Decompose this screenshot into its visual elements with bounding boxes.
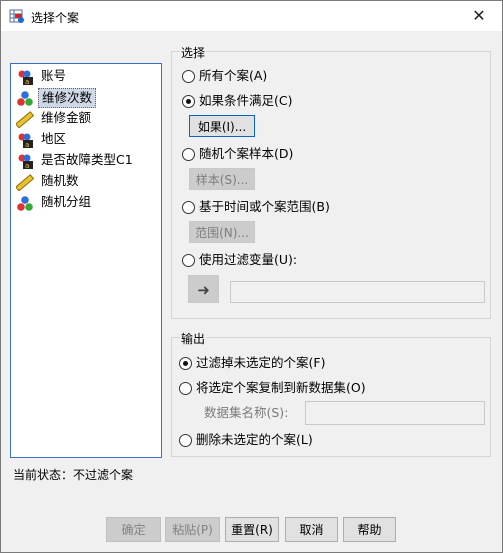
variable-label: 维修次数 bbox=[38, 88, 97, 108]
radio-label: 如果条件满足(C) bbox=[199, 93, 293, 108]
close-button[interactable]: ✕ bbox=[462, 3, 496, 29]
radio-label: 过滤掉未选定的个案(F) bbox=[196, 355, 326, 370]
variable-label: 地区 bbox=[41, 131, 67, 146]
variable-item[interactable]: a 是否故障类型C1 bbox=[14, 151, 159, 171]
select-cases-dialog: 选择个案 ✕ a 账号 维修次数 维修金额 a 地区 a 是否故障类型C1 随机… bbox=[0, 0, 503, 553]
window-title: 选择个案 bbox=[31, 11, 80, 25]
svg-text:a: a bbox=[25, 162, 29, 170]
filter-variable-field[interactable] bbox=[230, 281, 485, 303]
radio-label: 使用过滤变量(U): bbox=[199, 252, 298, 267]
variable-item[interactable]: a 账号 bbox=[14, 67, 159, 87]
if-button[interactable]: 如果(I)... bbox=[189, 115, 255, 137]
variable-label: 账号 bbox=[41, 68, 67, 83]
help-button[interactable]: 帮助 bbox=[343, 517, 396, 542]
current-status: 当前状态：不过滤个案 bbox=[13, 468, 134, 482]
radio-button-selected[interactable] bbox=[182, 95, 195, 108]
variable-label: 维修金额 bbox=[41, 110, 92, 125]
radio-filter-variable[interactable]: 使用过滤变量(U): bbox=[182, 251, 402, 269]
select-group-title: 选择 bbox=[180, 44, 207, 61]
radio-button[interactable] bbox=[179, 434, 192, 447]
variable-item[interactable]: a 地区 bbox=[14, 130, 159, 150]
nominal-person-icon: a bbox=[18, 154, 33, 170]
radio-button-selected[interactable] bbox=[179, 357, 192, 370]
nominal-person-icon: a bbox=[18, 70, 33, 86]
select-group: 选择 所有个案(A) 如果条件满足(C) 如果(I)... 随机个案样本(D) … bbox=[171, 44, 491, 319]
dataset-name-label: 数据集名称(S): bbox=[204, 405, 289, 420]
sample-button[interactable]: 样本(S)... bbox=[189, 168, 255, 190]
radio-filter-out[interactable]: 过滤掉未选定的个案(F) bbox=[179, 354, 399, 372]
svg-text:a: a bbox=[25, 78, 29, 86]
radio-button[interactable] bbox=[179, 382, 192, 395]
reset-button[interactable]: 重置(R) bbox=[225, 517, 279, 542]
radio-button[interactable] bbox=[182, 70, 195, 83]
radio-button[interactable] bbox=[182, 201, 195, 214]
move-arrow-button[interactable]: ➜ bbox=[188, 275, 219, 303]
variable-label: 是否故障类型C1 bbox=[41, 152, 133, 167]
radio-time-range[interactable]: 基于时间或个案范围(B) bbox=[182, 198, 402, 216]
svg-text:a: a bbox=[25, 141, 29, 149]
output-group: 输出 过滤掉未选定的个案(F) 将选定个案复制到新数据集(O) 数据集名称(S)… bbox=[171, 330, 491, 457]
variable-item-selected[interactable]: 维修次数 bbox=[14, 88, 159, 108]
radio-label: 基于时间或个案范围(B) bbox=[199, 199, 330, 214]
radio-label: 删除未选定的个案(L) bbox=[196, 432, 313, 447]
radio-delete-unselected[interactable]: 删除未选定的个案(L) bbox=[179, 431, 399, 449]
scale-ruler-icon bbox=[16, 111, 34, 128]
select-cases-icon bbox=[9, 9, 24, 23]
radio-all-cases[interactable]: 所有个案(A) bbox=[182, 67, 382, 85]
radio-label: 所有个案(A) bbox=[199, 68, 268, 83]
dataset-name-input[interactable] bbox=[305, 401, 485, 425]
ok-button[interactable]: 确定 bbox=[106, 517, 161, 542]
output-group-title: 输出 bbox=[180, 330, 207, 347]
variable-item[interactable]: 维修金额 bbox=[14, 109, 159, 129]
paste-button[interactable]: 粘贴(P) bbox=[165, 517, 220, 542]
radio-label: 将选定个案复制到新数据集(O) bbox=[196, 380, 366, 395]
variable-label: 随机分组 bbox=[41, 194, 92, 209]
nominal-person-icon: a bbox=[18, 133, 33, 149]
nominal-balls-icon bbox=[17, 196, 33, 211]
title-bar: 选择个案 ✕ bbox=[1, 1, 502, 31]
nominal-balls-icon bbox=[17, 91, 33, 106]
scale-ruler-icon bbox=[16, 174, 34, 191]
variable-label: 随机数 bbox=[41, 173, 79, 188]
radio-label: 随机个案样本(D) bbox=[199, 146, 294, 161]
radio-if-condition[interactable]: 如果条件满足(C) bbox=[182, 92, 382, 110]
right-arrow-icon: ➜ bbox=[197, 281, 210, 299]
cancel-button[interactable]: 取消 bbox=[285, 517, 338, 542]
radio-button[interactable] bbox=[182, 254, 195, 267]
radio-random-sample[interactable]: 随机个案样本(D) bbox=[182, 145, 382, 163]
radio-copy-new-dataset[interactable]: 将选定个案复制到新数据集(O) bbox=[179, 379, 439, 397]
range-button[interactable]: 范围(N)... bbox=[189, 221, 255, 243]
radio-button[interactable] bbox=[182, 148, 195, 161]
variable-item[interactable]: 随机数 bbox=[14, 172, 159, 192]
variable-list[interactable]: a 账号 维修次数 维修金额 a 地区 a 是否故障类型C1 随机数 随机分组 bbox=[10, 63, 162, 458]
variable-item[interactable]: 随机分组 bbox=[14, 193, 159, 213]
